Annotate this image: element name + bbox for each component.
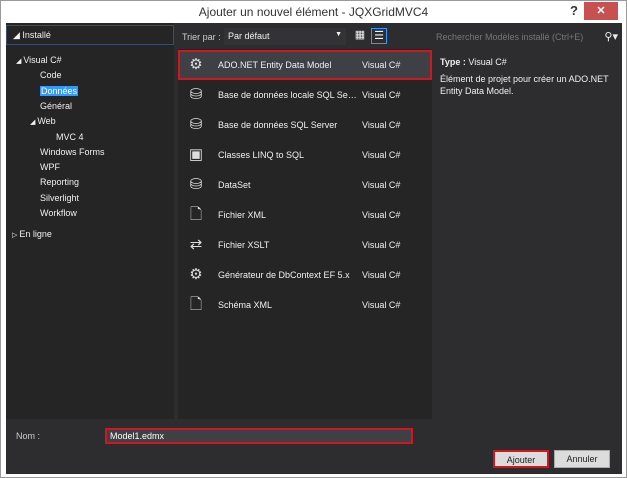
tree-item[interactable]: Silverlight	[40, 193, 79, 203]
template-name: DataSet	[218, 180, 251, 190]
sort-value: Par défaut	[228, 31, 270, 41]
name-label: Nom :	[16, 431, 41, 441]
tree-item[interactable]: Windows Forms	[40, 147, 105, 157]
template-item[interactable]: ▣ Classes LINQ to SQL Visual C#	[178, 140, 432, 170]
template-icon: ⛁	[189, 86, 203, 103]
chevron-down-icon: ▼	[335, 31, 342, 38]
tree-item-online[interactable]: ▷ En ligne	[12, 229, 52, 239]
installed-header[interactable]: ◢ Installé	[6, 25, 174, 45]
tree-item[interactable]: Reporting	[40, 177, 79, 187]
add-button[interactable]: Ajouter	[493, 450, 549, 468]
tree-item[interactable]: Workflow	[40, 208, 77, 218]
tree-item[interactable]: MVC 4	[56, 132, 84, 142]
tree-item-label: En ligne	[19, 229, 52, 239]
search-icon[interactable]: ⚲▾	[604, 27, 618, 47]
template-name: Fichier XML	[218, 210, 267, 220]
template-icon: ⛁	[189, 116, 203, 133]
template-item[interactable]: ⚙ Générateur de DbContext EF 5.x Visual C#	[178, 260, 432, 290]
template-name: Base de données locale SQL Server Compac…	[218, 90, 358, 100]
template-icon: 🗋	[189, 296, 203, 313]
template-language: Visual C#	[362, 270, 401, 280]
footer: Nom : Ajouter Annuler	[6, 419, 622, 474]
sort-dropdown[interactable]: Par défaut ▼	[224, 28, 346, 45]
template-item[interactable]: 🗋 Schéma XML Visual C#	[178, 290, 432, 320]
dialog-title: Ajouter un nouvel élément - JQXGridMVC4	[198, 5, 429, 19]
template-icon: ⚙	[189, 56, 203, 73]
tree-item[interactable]: Général	[40, 101, 72, 111]
collapse-icon: ◢	[13, 30, 23, 40]
template-language: Visual C#	[362, 60, 401, 70]
tree-item-label: Silverlight	[40, 192, 80, 203]
tree-item-label: Code	[40, 70, 62, 81]
template-item[interactable]: 🗋 Fichier XML Visual C#	[178, 200, 432, 230]
tree-item[interactable]: ◢ Web	[30, 116, 56, 126]
template-name: Base de données SQL Server	[218, 120, 338, 130]
sort-toolbar: Trier par : Par défaut ▼ ▦ ☰	[178, 27, 432, 47]
template-item[interactable]: ⇄ Fichier XSLT Visual C#	[178, 230, 432, 260]
template-name: Générateur de DbContext EF 5.x	[218, 270, 350, 280]
cancel-button[interactable]: Annuler	[554, 450, 610, 468]
template-language: Visual C#	[362, 180, 401, 190]
tree-item-label: Données	[40, 85, 79, 96]
template-language: Visual C#	[362, 150, 401, 160]
template-language: Visual C#	[362, 300, 401, 310]
template-tree-panel: ◢ Installé ◢ Visual C# Code Données Général…	[6, 23, 174, 419]
description: Élément de projet pour créer un ADO.NET …	[440, 74, 609, 96]
template-icon: ⇄	[189, 236, 203, 253]
template-name: Schéma XML	[218, 300, 273, 310]
installed-label: Installé	[22, 30, 51, 40]
template-language: Visual C#	[362, 90, 401, 100]
details-panel: Rechercher Modèles installé (Ctrl+E) ⚲▾ T…	[436, 23, 622, 419]
name-input[interactable]	[105, 428, 413, 444]
tree-item[interactable]: ◢ Visual C#	[16, 55, 62, 65]
tree-item-label: WPF	[40, 162, 60, 173]
type-row: Type : Visual C#	[440, 57, 507, 67]
close-button[interactable]: ✕	[584, 2, 618, 20]
template-name: Classes LINQ to SQL	[218, 150, 305, 160]
template-item[interactable]: ⛁ Base de données SQL Server Visual C#	[178, 110, 432, 140]
template-icon: ⚙	[189, 266, 203, 283]
template-item[interactable]: ⛁ DataSet Visual C#	[178, 170, 432, 200]
search-input[interactable]: Rechercher Modèles installé (Ctrl+E) ⚲▾	[436, 27, 622, 47]
tree-item-label: Web	[37, 116, 56, 127]
template-icon: ⛁	[189, 176, 203, 193]
sort-label: Trier par :	[182, 32, 221, 42]
type-value: Visual C#	[468, 57, 507, 67]
list-view-icon[interactable]: ☰	[371, 28, 387, 44]
template-name: Fichier XSLT	[218, 240, 270, 250]
dialog-window: Ajouter un nouvel élément - JQXGridMVC4 …	[0, 0, 627, 478]
template-list: ⚙ ADO.NET Entity Data Model Visual C# ⛁ Base…	[178, 49, 432, 419]
dialog-body: ◢ Installé ◢ Visual C# Code Données Général…	[6, 23, 622, 474]
template-language: Visual C#	[362, 240, 401, 250]
tree-item-label: Workflow	[40, 208, 77, 218]
template-language: Visual C#	[362, 120, 401, 130]
template-language: Visual C#	[362, 210, 401, 220]
template-icon: ▣	[188, 146, 204, 163]
template-item[interactable]: ⛁ Base de données locale SQL Server Compa…	[178, 80, 432, 110]
search-placeholder: Rechercher Modèles installé (Ctrl+E)	[436, 32, 584, 42]
tree-item-label: Visual C#	[23, 55, 62, 65]
tree-item-label: Windows Forms	[40, 146, 105, 157]
template-name: ADO.NET Entity Data Model	[218, 60, 332, 70]
help-button[interactable]: ?	[570, 3, 578, 18]
tree-item[interactable]: Code	[40, 70, 62, 80]
tree-item[interactable]: WPF	[40, 162, 60, 172]
tree-item-label: Reporting	[40, 177, 80, 188]
tree-item-label: Général	[40, 100, 73, 111]
tree-item-label: MVC 4	[56, 131, 84, 142]
type-label: Type :	[440, 57, 466, 67]
template-icon: 🗋	[189, 206, 203, 223]
template-item[interactable]: ⚙ ADO.NET Entity Data Model Visual C#	[178, 50, 432, 80]
grid-view-icon[interactable]: ▦	[352, 28, 368, 44]
tree-item[interactable]: Données	[40, 85, 79, 96]
